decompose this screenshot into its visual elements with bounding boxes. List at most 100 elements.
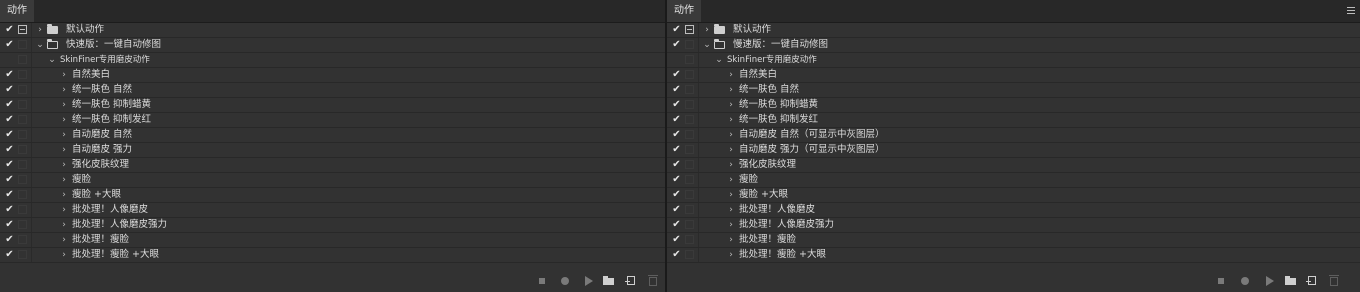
chevron-right-icon[interactable]: › <box>60 158 68 172</box>
toggle-dialog-icon[interactable] <box>18 55 27 64</box>
action-row[interactable]: ✔ › 自动磨皮 自然（可显示中灰图层） <box>667 128 1360 143</box>
new-action-icon[interactable] <box>623 270 639 292</box>
toggle-dialog-icon[interactable] <box>685 175 694 184</box>
toggle-item-checkmark-icon[interactable]: ✔ <box>4 158 15 172</box>
chevron-right-icon[interactable]: › <box>727 188 735 202</box>
action-row[interactable]: ✔ › 默认动作 <box>667 23 1360 38</box>
chevron-down-icon[interactable]: ⌄ <box>703 38 711 52</box>
toggle-dialog-icon[interactable] <box>685 235 694 244</box>
chevron-right-icon[interactable]: › <box>60 68 68 82</box>
record-icon[interactable] <box>1237 270 1253 292</box>
toggle-dialog-icon[interactable] <box>685 115 694 124</box>
toggle-item-checkmark-icon[interactable]: ✔ <box>671 68 682 82</box>
toggle-dialog-icon[interactable] <box>18 190 27 199</box>
toggle-item-checkmark-icon[interactable]: ✔ <box>671 188 682 202</box>
chevron-right-icon[interactable]: › <box>727 173 735 187</box>
chevron-right-icon[interactable]: › <box>727 218 735 232</box>
toggle-item-checkmark-icon[interactable]: ✔ <box>671 128 682 142</box>
action-row[interactable]: ✔ ⌄ 慢速版：一键自动修图 <box>667 38 1360 53</box>
toggle-dialog-icon[interactable] <box>685 145 694 154</box>
toggle-dialog-icon[interactable] <box>685 70 694 79</box>
chevron-right-icon[interactable]: › <box>60 173 68 187</box>
chevron-down-icon[interactable]: ⌄ <box>48 53 56 67</box>
toggle-item-checkmark-icon[interactable]: ✔ <box>671 113 682 127</box>
record-icon[interactable] <box>557 270 573 292</box>
toggle-dialog-icon[interactable] <box>685 85 694 94</box>
toggle-dialog-icon[interactable] <box>685 190 694 199</box>
chevron-right-icon[interactable]: › <box>727 98 735 112</box>
toggle-dialog-icon[interactable] <box>18 205 27 214</box>
action-row[interactable]: ✔ › 自然美白 <box>667 68 1360 83</box>
toggle-item-checkmark-icon[interactable]: ✔ <box>4 218 15 232</box>
stop-icon[interactable] <box>534 270 550 292</box>
new-set-folder-icon[interactable] <box>1282 270 1298 292</box>
toggle-item-checkmark-icon[interactable]: ✔ <box>671 248 682 262</box>
action-row[interactable]: ✔ › 批处理！瘦脸 <box>0 233 665 248</box>
toggle-item-checkmark-icon[interactable]: ✔ <box>671 38 682 52</box>
action-row[interactable]: ✔ › 批处理！瘦脸 +大眼 <box>667 248 1360 263</box>
chevron-right-icon[interactable]: › <box>727 113 735 127</box>
chevron-right-icon[interactable]: › <box>727 128 735 142</box>
chevron-down-icon[interactable]: ⌄ <box>36 38 44 52</box>
toggle-item-checkmark-icon[interactable] <box>671 53 682 67</box>
new-action-icon[interactable] <box>1304 270 1320 292</box>
toggle-item-checkmark-icon[interactable]: ✔ <box>4 173 15 187</box>
toggle-dialog-icon[interactable] <box>685 130 694 139</box>
action-row[interactable]: ✔ › 统一肤色 抑制发红 <box>0 113 665 128</box>
toggle-item-checkmark-icon[interactable]: ✔ <box>671 233 682 247</box>
toggle-dialog-icon[interactable] <box>685 25 694 34</box>
toggle-item-checkmark-icon[interactable]: ✔ <box>4 83 15 97</box>
toggle-dialog-icon[interactable] <box>18 130 27 139</box>
toggle-item-checkmark-icon[interactable]: ✔ <box>4 68 15 82</box>
action-row[interactable]: ✔ › 默认动作 <box>0 23 665 38</box>
toggle-dialog-icon[interactable] <box>18 145 27 154</box>
chevron-down-icon[interactable]: ⌄ <box>715 53 723 67</box>
action-row[interactable]: ✔ › 批处理！人像磨皮强力 <box>0 218 665 233</box>
tab-actions[interactable]: 动作 <box>0 0 34 22</box>
chevron-right-icon[interactable]: › <box>60 128 68 142</box>
toggle-item-checkmark-icon[interactable]: ✔ <box>671 23 682 37</box>
action-row[interactable]: ✔ › 统一肤色 自然 <box>0 83 665 98</box>
action-row[interactable]: ✔ › 瘦脸 <box>0 173 665 188</box>
action-row[interactable]: ✔ › 强化皮肤纹理 <box>0 158 665 173</box>
action-row[interactable]: ✔ › 自动磨皮 强力 <box>0 143 665 158</box>
panel-menu-icon[interactable] <box>1347 7 1355 15</box>
action-row[interactable]: ⌄ SkinFiner专用磨皮动作 <box>667 53 1360 68</box>
chevron-right-icon[interactable]: › <box>727 233 735 247</box>
chevron-right-icon[interactable]: › <box>60 98 68 112</box>
chevron-right-icon[interactable]: › <box>727 203 735 217</box>
toggle-item-checkmark-icon[interactable]: ✔ <box>4 233 15 247</box>
action-row[interactable]: ✔ › 批处理！人像磨皮 <box>667 203 1360 218</box>
toggle-item-checkmark-icon[interactable]: ✔ <box>4 98 15 112</box>
action-row[interactable]: ✔ › 统一肤色 自然 <box>667 83 1360 98</box>
toggle-dialog-icon[interactable] <box>18 175 27 184</box>
action-row[interactable]: ✔ › 瘦脸 +大眼 <box>0 188 665 203</box>
chevron-right-icon[interactable]: › <box>60 188 68 202</box>
toggle-dialog-icon[interactable] <box>18 235 27 244</box>
chevron-right-icon[interactable]: › <box>60 143 68 157</box>
toggle-item-checkmark-icon[interactable]: ✔ <box>4 143 15 157</box>
toggle-item-checkmark-icon[interactable]: ✔ <box>4 38 15 52</box>
chevron-right-icon[interactable]: › <box>60 203 68 217</box>
play-icon[interactable] <box>580 270 596 292</box>
action-row[interactable]: ✔ › 批处理！人像磨皮 <box>0 203 665 218</box>
trash-icon[interactable] <box>1326 270 1342 292</box>
toggle-item-checkmark-icon[interactable]: ✔ <box>4 113 15 127</box>
chevron-right-icon[interactable]: › <box>727 248 735 262</box>
toggle-dialog-icon[interactable] <box>18 115 27 124</box>
action-row[interactable]: ✔ › 强化皮肤纹理 <box>667 158 1360 173</box>
toggle-item-checkmark-icon[interactable]: ✔ <box>4 248 15 262</box>
action-row[interactable]: ✔ › 瘦脸 <box>667 173 1360 188</box>
chevron-right-icon[interactable]: › <box>727 68 735 82</box>
toggle-item-checkmark-icon[interactable]: ✔ <box>671 143 682 157</box>
chevron-right-icon[interactable]: › <box>60 233 68 247</box>
tab-actions[interactable]: 动作 <box>667 0 701 22</box>
chevron-right-icon[interactable]: › <box>60 113 68 127</box>
stop-icon[interactable] <box>1213 270 1229 292</box>
chevron-right-icon[interactable]: › <box>727 83 735 97</box>
toggle-item-checkmark-icon[interactable]: ✔ <box>671 98 682 112</box>
toggle-dialog-icon[interactable] <box>685 160 694 169</box>
toggle-dialog-icon[interactable] <box>18 250 27 259</box>
action-row[interactable]: ✔ › 批处理！瘦脸 +大眼 <box>0 248 665 263</box>
toggle-item-checkmark-icon[interactable]: ✔ <box>671 158 682 172</box>
